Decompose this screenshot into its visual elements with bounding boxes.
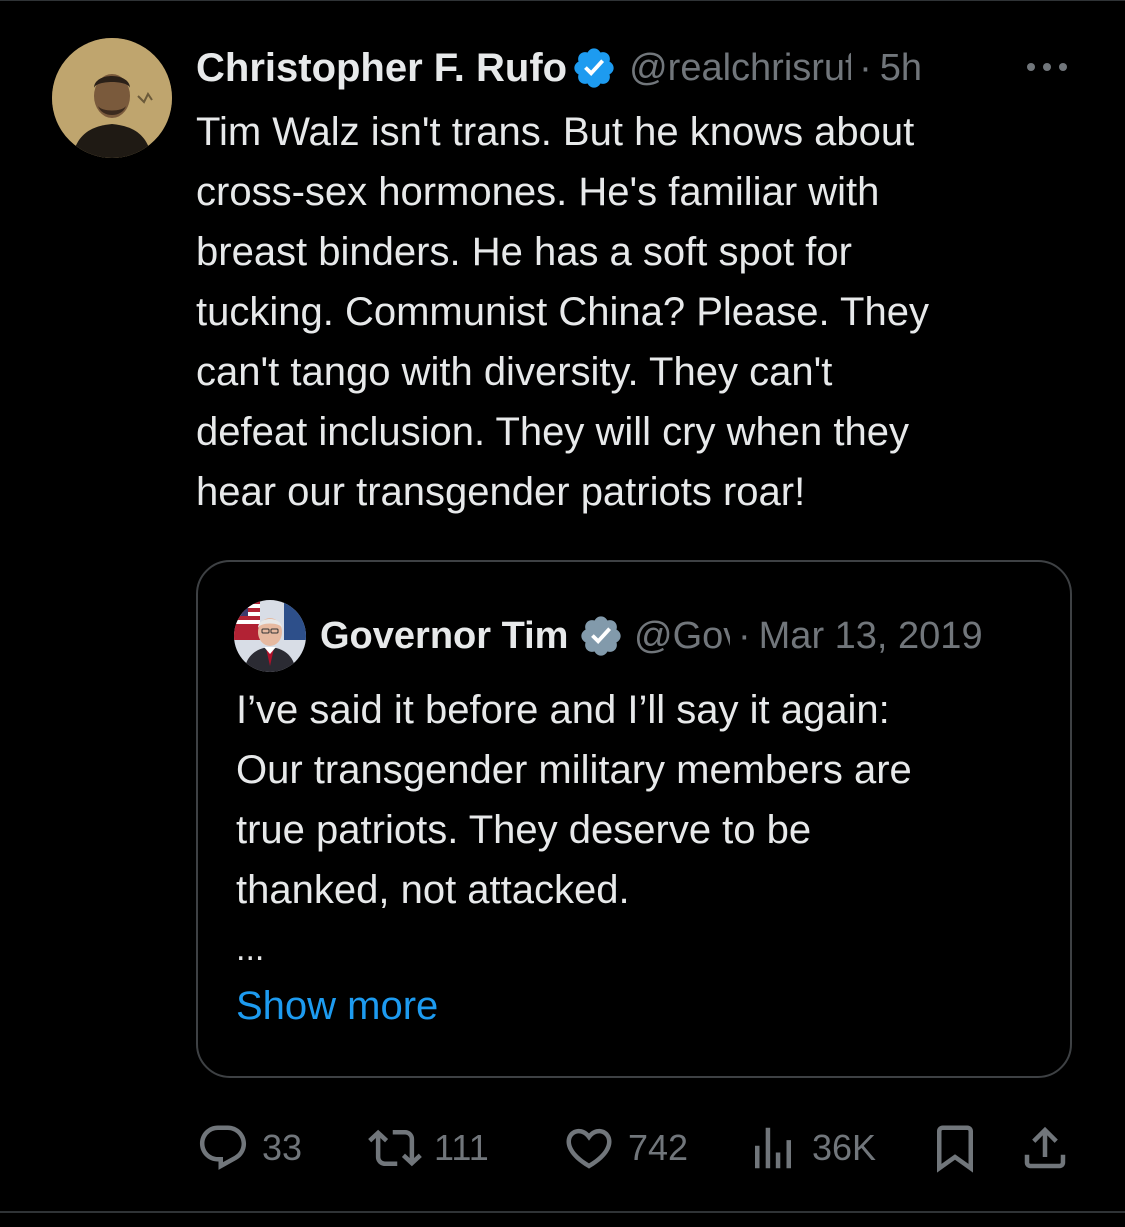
tweet-text: Tim Walz isn't trans. But he knows about… <box>196 102 1076 522</box>
heart-icon <box>566 1128 612 1169</box>
quoted-tweet-header: Governor Tim Walz @GovTimWalz · Mar 13, … <box>320 608 1040 664</box>
quoted-tweet-date[interactable]: Mar 13, 2019 <box>759 615 983 658</box>
tweet-text-line: defeat inclusion. They will cry when the… <box>196 410 909 454</box>
tweet-header: Christopher F. Rufo @realchrisrufo · 5h <box>196 40 1076 96</box>
repost-icon <box>368 1129 422 1167</box>
quoted-text-ellipsis: ... <box>236 930 265 968</box>
views-icon <box>755 1127 791 1169</box>
bookmark-button[interactable] <box>928 1118 982 1178</box>
verified-badge-icon <box>581 616 621 656</box>
quoted-author-avatar[interactable] <box>234 600 306 672</box>
like-count: 742 <box>628 1127 689 1168</box>
tweet-text-line: hear our transgender patriots roar! <box>196 470 806 514</box>
bottom-divider <box>0 1211 1125 1213</box>
author-avatar[interactable] <box>52 38 172 158</box>
repost-button[interactable]: 111 <box>368 1118 489 1178</box>
reply-button[interactable]: 33 <box>196 1118 302 1178</box>
author-handle[interactable]: @realchrisrufo <box>629 47 851 90</box>
quoted-author-handle[interactable]: @GovTimWalz <box>634 615 730 658</box>
more-horizontal-icon[interactable] <box>1022 52 1072 82</box>
tweet-text-line: can't tango with diversity. They can't <box>196 350 833 394</box>
share-button[interactable] <box>1018 1118 1072 1178</box>
views-button[interactable]: 36K <box>746 1118 876 1178</box>
top-divider <box>0 0 1125 1</box>
share-icon <box>1024 1126 1066 1169</box>
tweet-text-line: tucking. Communist China? Please. They <box>196 290 929 334</box>
separator-dot: · <box>738 614 751 657</box>
tweet-text-line: breast binders. He has a soft spot for <box>196 230 852 274</box>
quoted-author-name[interactable]: Governor Tim Walz <box>320 615 576 658</box>
quoted-tweet-text: I’ve said it before and I’ll say it agai… <box>236 680 1056 920</box>
bookmark-icon <box>937 1125 973 1173</box>
verified-badge-icon <box>574 48 614 88</box>
quoted-tweet-card[interactable]: Governor Tim Walz @GovTimWalz · Mar 13, … <box>196 560 1072 1078</box>
quoted-text-line: Our transgender military members are <box>236 748 912 792</box>
tweet-time[interactable]: 5h <box>880 47 922 90</box>
author-name[interactable]: Christopher F. Rufo <box>196 46 567 91</box>
repost-count: 111 <box>434 1127 489 1168</box>
reply-count: 33 <box>262 1127 303 1168</box>
quoted-text-line: true patriots. They deserve to be <box>236 808 812 852</box>
tweet-text-line: Tim Walz isn't trans. But he knows about <box>196 110 915 154</box>
like-button[interactable]: 742 <box>562 1118 688 1178</box>
view-count: 36K <box>812 1127 877 1168</box>
show-more-link[interactable]: Show more <box>236 984 438 1029</box>
tweet-text-line: cross-sex hormones. He's familiar with <box>196 170 880 214</box>
separator-dot: · <box>859 46 872 89</box>
reply-icon <box>199 1125 247 1170</box>
tweet-action-bar: 33 111 742 36K <box>196 1118 1076 1178</box>
quoted-text-line: thanked, not attacked. <box>236 868 630 912</box>
quoted-text-line: I’ve said it before and I’ll say it agai… <box>236 688 890 732</box>
